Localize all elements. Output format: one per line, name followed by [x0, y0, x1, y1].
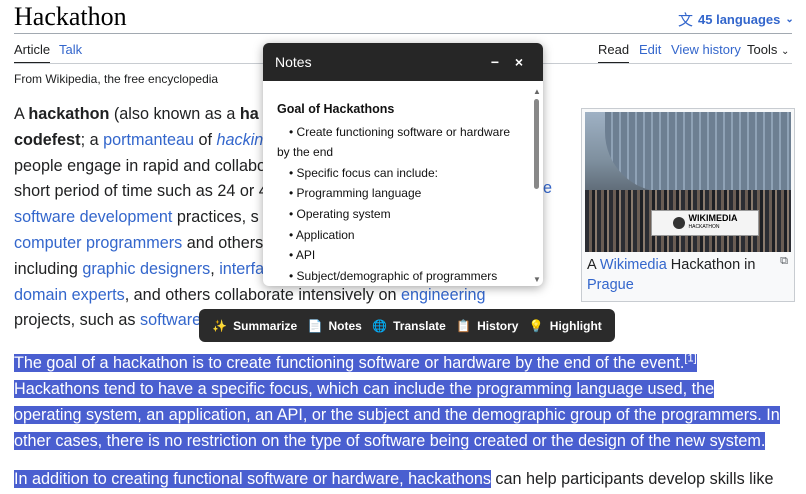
- title-divider: [14, 33, 792, 34]
- tab-edit[interactable]: Edit: [639, 42, 661, 57]
- paragraph-text: can help participants develop skills lik…: [490, 470, 774, 488]
- highlighted-line: Hackathons tend to have a specific focus…: [14, 380, 715, 399]
- history-icon: 📋: [456, 318, 472, 333]
- paragraph-text: people engage in rapid and collabo: [14, 156, 267, 175]
- toolbar-label: Notes: [328, 318, 362, 333]
- language-selector[interactable]: 文 45 languages ⌄: [678, 9, 794, 30]
- scroll-down-icon: ▼: [533, 275, 541, 284]
- toolbar-translate-button[interactable]: 🌐 Translate: [372, 319, 446, 333]
- hackathon-photo[interactable]: WIKIMEDIA HACKATHON: [585, 112, 791, 252]
- note-item: • API: [289, 248, 316, 263]
- article-link[interactable]: interfa: [219, 260, 264, 278]
- highlighted-line: operating system, an application, an API…: [14, 405, 780, 424]
- tagline: From Wikipedia, the free encyclopedia: [14, 72, 219, 86]
- bold-term: hackathon: [28, 105, 110, 123]
- note-item: • Programming language: [289, 186, 422, 201]
- goal-paragraph: The goal of a hackathon is to create fun…: [14, 347, 794, 455]
- toolbar-highlight-button[interactable]: 💡 Highlight: [529, 319, 602, 333]
- highlighted-line: The goal of a hackathon is to create fun…: [14, 354, 685, 373]
- bold-term: ha: [239, 105, 259, 123]
- toolbar-label: Translate: [393, 318, 446, 333]
- globe-icon: 🌐: [372, 318, 388, 333]
- highlighted-line: other cases, there is no restriction on …: [14, 431, 766, 450]
- note-item: • Operating system: [289, 206, 391, 221]
- notes-title: Notes: [275, 54, 312, 70]
- note-item: • Create functioning software or hardwar…: [289, 124, 510, 139]
- chevron-down-icon: ⌄: [785, 14, 794, 25]
- scroll-thumb[interactable]: [534, 99, 539, 189]
- tab-talk[interactable]: Talk: [59, 42, 82, 57]
- tools-menu[interactable]: Tools ⌄: [747, 42, 789, 57]
- prague-link[interactable]: Prague: [587, 277, 634, 293]
- notes-icon: 📄: [307, 318, 323, 333]
- article-link[interactable]: hackin: [216, 131, 263, 149]
- language-count: 45 languages: [698, 12, 781, 27]
- enlarge-icon[interactable]: ⧉: [780, 255, 788, 268]
- paragraph-text: projects, such as: [14, 311, 140, 330]
- paragraph-text: and others: [182, 233, 264, 252]
- chevron-down-icon: ⌄: [780, 46, 790, 57]
- note-item: • Specific focus can include:: [289, 165, 438, 180]
- sparkle-icon: ✨: [212, 318, 228, 333]
- paragraph-text: short period of time such as 24 or 4: [14, 182, 268, 201]
- minimize-button[interactable]: −: [483, 54, 507, 70]
- article-link[interactable]: portmanteau: [103, 131, 194, 149]
- bold-term: codefest: [14, 130, 81, 149]
- article-link[interactable]: domain experts: [14, 286, 125, 304]
- paragraph-text: A: [14, 105, 29, 123]
- paragraph-text: ; a: [80, 130, 104, 149]
- paragraph-text: (also known as a: [109, 105, 240, 123]
- article-link[interactable]: computer programmers: [14, 234, 182, 252]
- tab-read[interactable]: Read: [598, 42, 630, 64]
- paragraph-text: practices, s: [172, 208, 259, 227]
- wikimedia-banner: WIKIMEDIA HACKATHON: [651, 210, 759, 236]
- bulb-icon: 💡: [528, 318, 544, 333]
- notes-content[interactable]: Goal of Hackathons • Create functioning …: [263, 81, 533, 286]
- note-item-continued: by the end: [277, 145, 334, 160]
- note-item: • Application: [289, 227, 355, 242]
- toolbar-notes-button[interactable]: 📄 Notes: [308, 319, 362, 333]
- article-link[interactable]: software development: [14, 208, 172, 226]
- paragraph-link-fragment[interactable]: e: [543, 179, 552, 198]
- reference-link[interactable]: [1]: [684, 353, 696, 365]
- paragraph-text: including: [14, 259, 83, 278]
- wikimedia-link[interactable]: Wikimedia: [600, 257, 667, 273]
- notes-panel: Notes − × Goal of Hackathons • Create fu…: [263, 43, 543, 286]
- paragraph-text: , and others collaborate intensively on: [124, 285, 401, 304]
- article-link[interactable]: engineering: [401, 286, 486, 304]
- wikimedia-logo-icon: [672, 217, 685, 229]
- article-link[interactable]: graphic designers: [82, 260, 210, 278]
- page-title: Hackathon: [14, 2, 127, 31]
- skills-paragraph: In addition to creating functional softw…: [14, 467, 794, 493]
- infobox-figure: WIKIMEDIA HACKATHON A Wikimedia Hackatho…: [581, 108, 795, 302]
- figure-caption: A Wikimedia Hackathon in Prague: [587, 257, 756, 293]
- tab-view-history[interactable]: View history: [671, 42, 741, 57]
- highlighted-text: In addition to creating functional softw…: [14, 470, 491, 488]
- article-link[interactable]: software: [140, 311, 201, 329]
- close-button[interactable]: ×: [507, 54, 531, 70]
- tab-article[interactable]: Article: [14, 42, 51, 64]
- toolbar-label: Highlight: [549, 318, 602, 333]
- translate-icon: 文: [678, 12, 694, 29]
- toolbar-history-button[interactable]: 📋 History: [456, 319, 518, 333]
- paragraph-text: of: [193, 130, 217, 149]
- notes-heading: Goal of Hackathons: [277, 102, 395, 116]
- notes-scrollbar[interactable]: ▲ ▼: [533, 87, 541, 284]
- scroll-up-icon: ▲: [533, 87, 541, 96]
- paragraph-text: ,: [210, 259, 220, 278]
- notes-header: Notes − ×: [263, 43, 543, 81]
- toolbar-summarize-button[interactable]: ✨ Summarize: [212, 319, 297, 333]
- toolbar-label: History: [477, 318, 519, 333]
- selection-toolbar: ✨ Summarize 📄 Notes 🌐 Translate 📋 History 💡 Highl…: [199, 309, 615, 342]
- note-item: • Subject/demographic of programmers: [289, 268, 498, 283]
- toolbar-label: Summarize: [233, 318, 298, 333]
